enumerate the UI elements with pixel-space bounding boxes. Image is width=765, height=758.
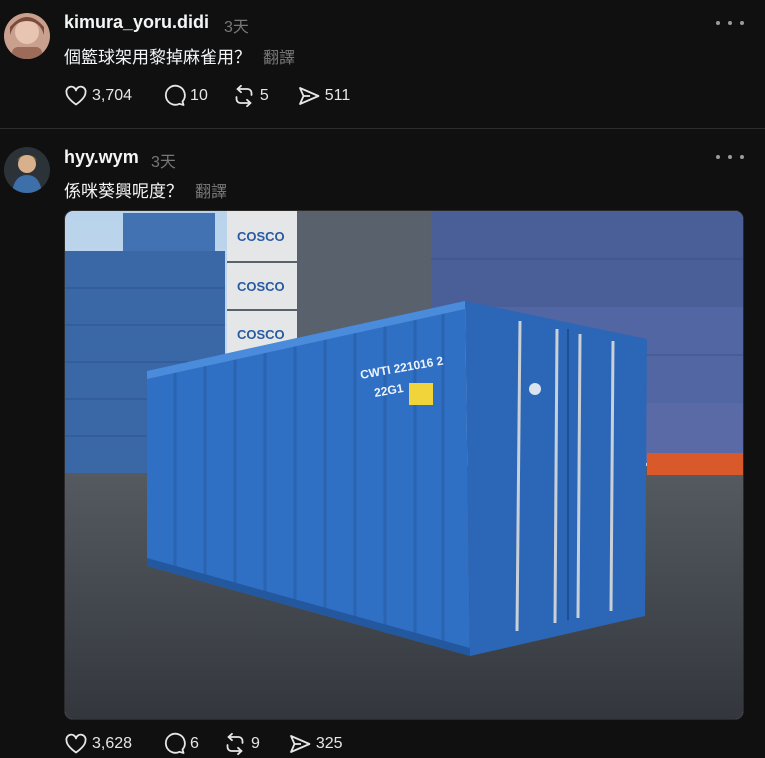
- cosco-label: COSCO: [237, 327, 285, 342]
- comment-button[interactable]: 10: [162, 84, 208, 108]
- post-text: 個籃球架用黎掉麻雀用？ 翻譯: [64, 43, 295, 68]
- cosco-label: COSCO: [237, 229, 285, 244]
- send-icon: [289, 735, 311, 753]
- post-text: 係咪葵興呢度？ 翻譯: [64, 177, 227, 202]
- comment-bubble-icon: [165, 84, 186, 106]
- more-dots-icon[interactable]: [716, 15, 744, 31]
- comment-button[interactable]: 6: [162, 732, 199, 756]
- repost-count: 9: [250, 735, 260, 752]
- username[interactable]: kimura_yoru.didi: [64, 12, 209, 33]
- like-button[interactable]: 3,704: [64, 84, 132, 108]
- share-button[interactable]: 511: [297, 84, 351, 108]
- translate-link[interactable]: 翻譯: [195, 184, 227, 201]
- post-photo[interactable]: COSCO COSCO COSCO CWTI 221016 2 22G1: [64, 210, 744, 720]
- comment-bubble-icon: [165, 732, 186, 754]
- post-text-body: 個籃球架用黎掉麻雀用？: [64, 48, 251, 67]
- heart-icon: [65, 85, 87, 106]
- action-bar: 3,704 10 5 511: [64, 82, 380, 110]
- more-dots-icon[interactable]: [716, 149, 744, 165]
- heart-icon: [65, 733, 87, 754]
- repost-button[interactable]: 9: [223, 732, 260, 756]
- share-count: 325: [315, 735, 343, 752]
- like-button[interactable]: 3,628: [64, 732, 132, 756]
- comment-count: 6: [190, 735, 199, 752]
- repost-button[interactable]: 5: [232, 84, 269, 108]
- share-count: 511: [324, 87, 351, 104]
- post-time: 3天: [224, 19, 249, 36]
- post-time: 3天: [151, 154, 176, 171]
- comment-count: 10: [190, 87, 208, 104]
- post-1: kimura_yoru.didi 3天 個籃球架用黎掉麻雀用？ 翻譯 3,704 …: [0, 0, 765, 128]
- avatar[interactable]: [4, 13, 50, 59]
- repost-count: 5: [259, 87, 269, 104]
- translate-link[interactable]: 翻譯: [263, 50, 295, 67]
- like-count: 3,704: [92, 87, 133, 104]
- repost-icon: [235, 84, 253, 108]
- avatar[interactable]: [4, 147, 50, 193]
- repost-icon: [226, 732, 244, 756]
- share-button[interactable]: 325: [288, 732, 343, 756]
- username[interactable]: hyy.wym: [64, 147, 139, 168]
- like-count: 3,628: [92, 735, 133, 752]
- post-2: hyy.wym 3天 係咪葵興呢度？ 翻譯 COSCO COSCO COSCO …: [0, 129, 765, 756]
- post-text-body: 係咪葵興呢度？: [64, 182, 183, 201]
- cosco-label: COSCO: [237, 279, 285, 294]
- send-icon: [298, 87, 320, 105]
- action-bar: 3,628 6 9 325: [64, 730, 373, 758]
